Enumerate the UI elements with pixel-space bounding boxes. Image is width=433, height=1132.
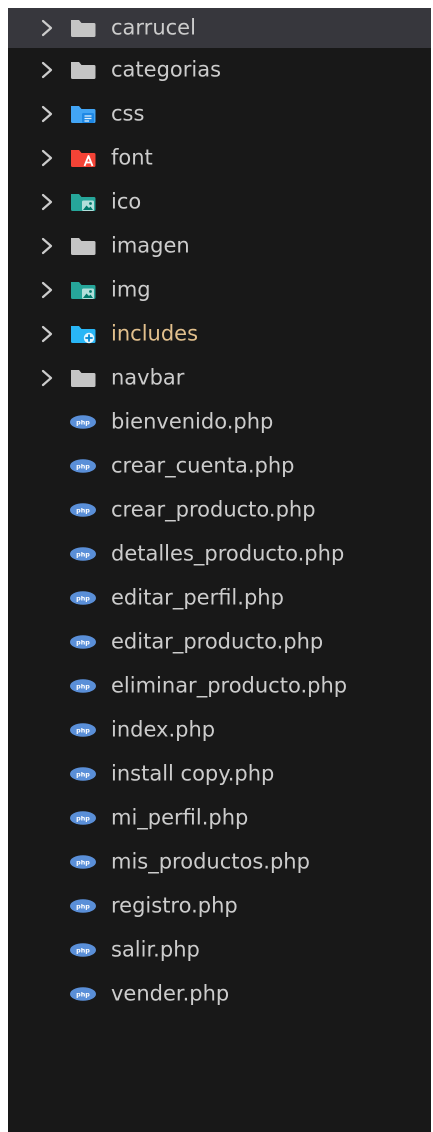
php-icon: php bbox=[68, 939, 98, 961]
folder-css-icon bbox=[68, 103, 98, 125]
tree-item-label: ico bbox=[111, 189, 142, 214]
tree-item-label: crear_producto.php bbox=[111, 497, 316, 522]
chevron-right-icon[interactable] bbox=[40, 278, 54, 302]
tree-file-detalles-producto[interactable]: php detalles_producto.php bbox=[8, 532, 431, 576]
tree-item-label: salir.php bbox=[111, 937, 200, 962]
tree-folder-includes[interactable]: includes bbox=[8, 312, 431, 356]
svg-text:php: php bbox=[76, 990, 90, 998]
php-icon: php bbox=[68, 411, 98, 433]
php-icon: php bbox=[68, 675, 98, 697]
tree-item-label: imagen bbox=[111, 233, 190, 258]
tree-item-label: css bbox=[111, 101, 145, 126]
tree-folder-img[interactable]: img bbox=[8, 268, 431, 312]
svg-text:php: php bbox=[76, 462, 90, 470]
tree-file-salir[interactable]: php salir.php bbox=[8, 928, 431, 972]
tree-item-label: detalles_producto.php bbox=[111, 541, 345, 566]
svg-text:php: php bbox=[76, 506, 90, 514]
svg-text:php: php bbox=[76, 814, 90, 822]
chevron-right-icon[interactable] bbox=[40, 234, 54, 258]
folder-icon bbox=[68, 17, 98, 39]
tree-item-label: mis_productos.php bbox=[111, 849, 310, 874]
chevron-right-icon[interactable] bbox=[40, 58, 54, 82]
tree-item-label: bienvenido.php bbox=[111, 409, 274, 434]
tree-file-crear-producto[interactable]: php crear_producto.php bbox=[8, 488, 431, 532]
tree-item-label: categorias bbox=[111, 57, 222, 82]
tree-file-eliminar-producto[interactable]: php eliminar_producto.php bbox=[8, 664, 431, 708]
tree-file-vender[interactable]: php vender.php bbox=[8, 972, 431, 1016]
svg-text:php: php bbox=[76, 682, 90, 690]
tree-folder-ico[interactable]: ico bbox=[8, 180, 431, 224]
svg-text:php: php bbox=[76, 946, 90, 954]
tree-folder-css[interactable]: css bbox=[8, 92, 431, 136]
svg-text:php: php bbox=[76, 858, 90, 866]
php-icon: php bbox=[68, 851, 98, 873]
php-icon: php bbox=[68, 587, 98, 609]
tree-file-registro[interactable]: php registro.php bbox=[8, 884, 431, 928]
tree-file-mis-productos[interactable]: php mis_productos.php bbox=[8, 840, 431, 884]
tree-item-label: registro.php bbox=[111, 893, 238, 918]
svg-text:php: php bbox=[76, 726, 90, 734]
folder-include-icon bbox=[68, 323, 98, 345]
tree-item-label: editar_perfil.php bbox=[111, 585, 284, 610]
tree-item-label: editar_producto.php bbox=[111, 629, 324, 654]
php-icon: php bbox=[68, 631, 98, 653]
tree-file-index[interactable]: php index.php bbox=[8, 708, 431, 752]
php-icon: php bbox=[68, 499, 98, 521]
tree-folder-categorias[interactable]: categorias bbox=[8, 48, 431, 92]
tree-item-label: font bbox=[111, 145, 153, 170]
folder-icon bbox=[68, 367, 98, 389]
php-icon: php bbox=[68, 543, 98, 565]
tree-folder-carrucel[interactable]: carrucel bbox=[8, 8, 431, 48]
tree-file-install-copy[interactable]: php install copy.php bbox=[8, 752, 431, 796]
tree-item-label: navbar bbox=[111, 365, 185, 390]
tree-folder-navbar[interactable]: navbar bbox=[8, 356, 431, 400]
svg-text:php: php bbox=[76, 550, 90, 558]
tree-file-editar-perfil[interactable]: php editar_perfil.php bbox=[8, 576, 431, 620]
tree-item-label: includes bbox=[111, 321, 199, 346]
tree-file-mi-perfil[interactable]: php mi_perfil.php bbox=[8, 796, 431, 840]
tree-folder-font[interactable]: font bbox=[8, 136, 431, 180]
php-icon: php bbox=[68, 455, 98, 477]
chevron-right-icon[interactable] bbox=[40, 322, 54, 346]
chevron-right-icon[interactable] bbox=[40, 190, 54, 214]
file-tree: carrucel categorias css font ico imagen … bbox=[8, 8, 431, 1016]
file-explorer: carrucel categorias css font ico imagen … bbox=[8, 8, 431, 1132]
tree-item-label: install copy.php bbox=[111, 761, 275, 786]
folder-icon bbox=[68, 59, 98, 81]
tree-item-label: eliminar_producto.php bbox=[111, 673, 348, 698]
chevron-right-icon[interactable] bbox=[40, 146, 54, 170]
tree-file-bienvenido[interactable]: php bienvenido.php bbox=[8, 400, 431, 444]
svg-text:php: php bbox=[76, 770, 90, 778]
tree-item-label: carrucel bbox=[111, 15, 196, 40]
chevron-right-icon[interactable] bbox=[40, 16, 54, 40]
svg-text:php: php bbox=[76, 902, 90, 910]
php-icon: php bbox=[68, 895, 98, 917]
chevron-right-icon[interactable] bbox=[40, 366, 54, 390]
tree-item-label: img bbox=[111, 277, 151, 302]
tree-file-crear-cuenta[interactable]: php crear_cuenta.php bbox=[8, 444, 431, 488]
tree-file-editar-producto[interactable]: php editar_producto.php bbox=[8, 620, 431, 664]
php-icon: php bbox=[68, 807, 98, 829]
folder-font-icon bbox=[68, 147, 98, 169]
php-icon: php bbox=[68, 763, 98, 785]
php-icon: php bbox=[68, 983, 98, 1005]
tree-folder-imagen[interactable]: imagen bbox=[8, 224, 431, 268]
folder-icon bbox=[68, 235, 98, 257]
tree-item-label: index.php bbox=[111, 717, 216, 742]
folder-images-icon bbox=[68, 191, 98, 213]
svg-text:php: php bbox=[76, 594, 90, 602]
tree-item-label: crear_cuenta.php bbox=[111, 453, 295, 478]
tree-item-label: vender.php bbox=[111, 981, 230, 1006]
folder-images-icon bbox=[68, 279, 98, 301]
svg-text:php: php bbox=[76, 418, 90, 426]
svg-text:php: php bbox=[76, 638, 90, 646]
chevron-right-icon[interactable] bbox=[40, 102, 54, 126]
php-icon: php bbox=[68, 719, 98, 741]
tree-item-label: mi_perfil.php bbox=[111, 805, 249, 830]
